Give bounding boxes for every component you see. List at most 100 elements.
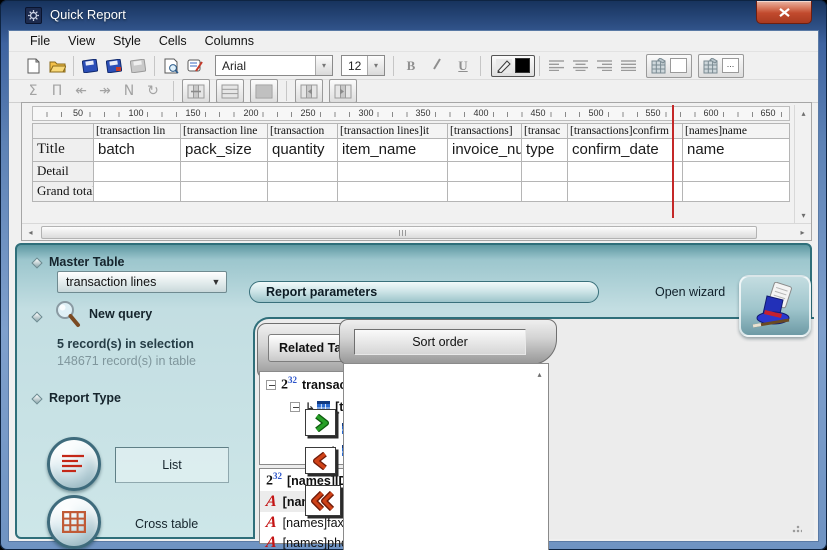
cross-table-type-label[interactable]: Cross table [135, 517, 198, 531]
title-bar[interactable]: Quick Report [0, 0, 827, 30]
grand-total-cell[interactable] [683, 182, 790, 202]
open-folder-icon[interactable] [45, 55, 69, 77]
detail-cell[interactable] [338, 162, 448, 182]
row-label-title[interactable]: Title [32, 139, 94, 162]
menu-bar: File View Style Cells Columns [9, 31, 818, 52]
column-boundary-marker[interactable] [672, 105, 674, 218]
scroll-down-icon[interactable]: ▾ [795, 207, 812, 223]
window-title: Quick Report [50, 7, 126, 22]
detail-cell[interactable] [181, 162, 268, 182]
column-header[interactable]: [transaction lines]it [338, 123, 448, 139]
title-cell[interactable]: confirm_date [568, 139, 683, 162]
ruler-tick-label: 450 [528, 108, 547, 118]
column-header[interactable]: [names]name [683, 123, 790, 139]
collapse-icon[interactable] [290, 402, 300, 412]
detail-cell[interactable] [683, 162, 790, 182]
save-icon[interactable] [78, 55, 102, 77]
cell-background-button[interactable] [646, 54, 692, 78]
save-as-icon[interactable] [102, 55, 126, 77]
grand-total-cell[interactable] [94, 182, 181, 202]
align-right-icon[interactable] [592, 55, 616, 77]
longint-type-icon: 232 [281, 375, 297, 394]
font-family-select[interactable]: Arial ▾ [215, 55, 333, 76]
align-left-icon[interactable] [544, 55, 568, 77]
ruler-tick-label: 250 [298, 108, 317, 118]
scrollbar-thumb[interactable] [41, 226, 757, 239]
scroll-left-icon[interactable]: ◂ [22, 224, 39, 240]
title-cell[interactable]: item_name [338, 139, 448, 162]
title-cell[interactable]: batch [94, 139, 181, 162]
font-size-select[interactable]: 12 ▾ [341, 55, 385, 76]
chevron-down-icon[interactable]: ▾ [315, 56, 332, 75]
grand-total-cell[interactable] [338, 182, 448, 202]
title-cell[interactable]: invoice_nu [448, 139, 522, 162]
remove-field-button[interactable] [305, 447, 336, 474]
title-cell[interactable]: pack_size [181, 139, 268, 162]
title-cell[interactable]: type [522, 139, 568, 162]
vertical-scrollbar[interactable]: ▴ ▾ [794, 105, 811, 223]
grand-total-cell[interactable] [268, 182, 338, 202]
alpha-type-icon: A [265, 534, 278, 550]
detail-cell[interactable] [448, 162, 522, 182]
grand-total-cell[interactable] [448, 182, 522, 202]
column-header[interactable]: [transaction lin [94, 123, 181, 139]
scroll-up-icon[interactable]: ▴ [795, 105, 812, 121]
detail-cell[interactable] [568, 162, 683, 182]
grand-total-cell[interactable] [181, 182, 268, 202]
grand-total-cell[interactable] [568, 182, 683, 202]
scroll-up-icon[interactable]: ▴ [531, 366, 548, 382]
report-parameters-header: Report parameters [249, 281, 599, 303]
detail-cell[interactable] [94, 162, 181, 182]
stylesheet-icon[interactable] [183, 55, 207, 77]
grand-total-cell[interactable] [522, 182, 568, 202]
detail-cell[interactable] [268, 162, 338, 182]
row-label-detail[interactable]: Detail [32, 162, 94, 182]
open-wizard-button[interactable] [739, 275, 811, 337]
menu-style[interactable]: Style [104, 32, 150, 50]
cross-table-report-type-button[interactable] [47, 495, 101, 549]
chevron-down-icon[interactable]: ▼ [206, 277, 226, 287]
align-center-icon[interactable] [568, 55, 592, 77]
chevron-down-icon[interactable]: ▾ [367, 56, 384, 75]
resize-grip[interactable] [792, 523, 802, 533]
new-query-label[interactable]: New query [89, 307, 152, 321]
column-header[interactable]: [transactions]confirm [568, 123, 683, 139]
align-justify-icon[interactable] [616, 55, 640, 77]
row-label-grand-total[interactable]: Grand total [32, 182, 94, 202]
close-button[interactable] [756, 1, 812, 24]
menu-view[interactable]: View [59, 32, 104, 50]
list-type-label[interactable]: List [115, 447, 229, 483]
list-report-type-button[interactable] [47, 437, 101, 491]
collapse-icon[interactable] [266, 380, 276, 390]
text-color-button[interactable] [491, 55, 535, 77]
column-header[interactable]: [transaction [268, 123, 338, 139]
title-cell[interactable]: quantity [268, 139, 338, 162]
menu-file[interactable]: File [21, 32, 59, 50]
remove-all-fields-button[interactable] [305, 485, 341, 516]
menu-cells[interactable]: Cells [150, 32, 196, 50]
font-family-value: Arial [216, 59, 315, 73]
open-wizard-label[interactable]: Open wizard [655, 285, 725, 299]
print-preview-icon[interactable] [159, 55, 183, 77]
list-lines-icon [61, 454, 87, 474]
horizontal-scrollbar[interactable]: ◂ ▸ [22, 223, 811, 240]
title-cell[interactable]: name [683, 139, 790, 162]
cell-border-more-button[interactable]: ... [698, 54, 744, 78]
sort-order-list[interactable]: ▴ ▾ [343, 363, 549, 550]
underline-button[interactable]: U [450, 58, 476, 74]
column-header[interactable]: [transactions] [448, 123, 522, 139]
scroll-down-icon[interactable]: ▾ [531, 544, 548, 550]
magnifier-icon[interactable] [53, 299, 81, 329]
column-header[interactable]: [transac [522, 123, 568, 139]
new-document-icon[interactable] [21, 55, 45, 77]
master-table-select[interactable]: transaction lines ▼ [57, 271, 227, 293]
add-field-button[interactable] [305, 409, 336, 436]
detail-cell[interactable] [522, 162, 568, 182]
diamond-bullet-icon [31, 257, 42, 268]
bold-button[interactable]: B [398, 58, 424, 74]
scroll-right-icon[interactable]: ▸ [794, 224, 811, 240]
italic-button[interactable] [424, 58, 450, 74]
menu-columns[interactable]: Columns [196, 32, 263, 50]
ellipsis-label: ... [722, 58, 739, 73]
column-header[interactable]: [transaction line [181, 123, 268, 139]
